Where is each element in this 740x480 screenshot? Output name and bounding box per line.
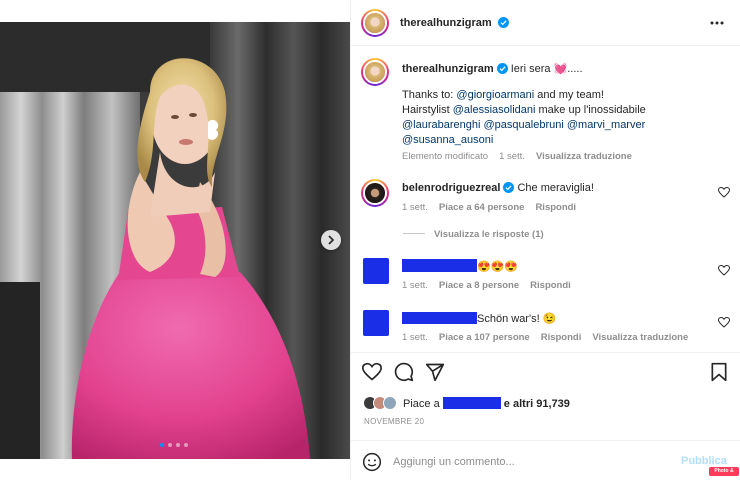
- comment-icon[interactable]: [394, 362, 414, 382]
- caption-hair-prefix: Hairstylist: [402, 104, 453, 116]
- post-side-panel: therealhunzigram therealhunzigram Ieri s…: [350, 0, 740, 480]
- publish-button[interactable]: Pubblica: [681, 455, 727, 467]
- save-icon[interactable]: [709, 362, 729, 382]
- mention-link[interactable]: @alessiasolidani: [453, 104, 536, 116]
- carousel-dots: [160, 443, 188, 447]
- redacted-username: [402, 259, 477, 272]
- translate-link[interactable]: Visualizza traduzione: [592, 332, 688, 343]
- comment: 😍😍😍: [402, 259, 518, 273]
- author-avatar[interactable]: [361, 9, 389, 37]
- post-date[interactable]: NOVEMBRE 20: [364, 417, 424, 426]
- caption-thanks-line: Thanks to: @giorgioarmani and my team!: [402, 88, 732, 103]
- chevron-right-icon: [328, 235, 335, 245]
- overlay-badge: Photo & Video: [709, 467, 739, 480]
- comment-time[interactable]: 1 sett.: [402, 332, 428, 343]
- mention-link[interactable]: @marvi_marver: [567, 119, 645, 131]
- like-comment-icon[interactable]: [718, 187, 730, 198]
- caption-thanks-suffix: and my team!: [534, 89, 604, 101]
- carousel-dot[interactable]: [168, 443, 172, 447]
- caption-author[interactable]: therealhunzigram: [402, 63, 494, 75]
- redacted-avatar: [363, 258, 389, 284]
- comment-text: Che meraviglia!: [517, 182, 594, 194]
- actions-divider: [351, 352, 740, 353]
- author-username-text[interactable]: therealhunzigram: [400, 17, 492, 29]
- comment-likes[interactable]: Piace a 107 persone: [439, 332, 530, 343]
- mention-link[interactable]: @pasqualebruni: [484, 119, 564, 131]
- carousel-dot[interactable]: [176, 443, 180, 447]
- comment-time[interactable]: 1 sett.: [402, 202, 428, 213]
- caption: therealhunzigram Ieri sera 💓..... Thanks…: [402, 62, 732, 148]
- verified-badge-icon: [503, 182, 515, 193]
- edited-label: Elemento modificato: [402, 151, 489, 162]
- likes-summary[interactable]: Piace a e altri 91,739: [363, 394, 570, 412]
- reply-button[interactable]: Rispondi: [541, 332, 582, 343]
- post-media-panel: [0, 0, 350, 480]
- more-options-icon[interactable]: [709, 17, 725, 29]
- post-photo[interactable]: [0, 22, 350, 459]
- caption-first-line: Ieri sera 💓.....: [510, 63, 583, 75]
- caption-makeup-text: make up l'inossidabile: [535, 104, 646, 116]
- comment-composer: Pubblica: [351, 440, 740, 480]
- liker-avatar: [383, 396, 397, 410]
- redacted-avatar: [363, 310, 389, 336]
- comment-likes[interactable]: Piace a 64 persone: [439, 202, 525, 213]
- reply-button[interactable]: Rispondi: [530, 280, 571, 291]
- mention-link[interactable]: @laurabarenghi: [402, 119, 480, 131]
- likes-text[interactable]: Piace a e altri 91,739: [403, 396, 570, 410]
- like-comment-icon[interactable]: [718, 265, 730, 276]
- mention-link[interactable]: @giorgioarmani: [456, 89, 534, 101]
- verified-badge-icon: [496, 63, 508, 74]
- caption-mentions-line: @laurabarenghi @pasqualebruni @marvi_mar…: [402, 118, 732, 133]
- caption-thanks-prefix: Thanks to:: [402, 89, 457, 101]
- comment-likes[interactable]: Piace a 8 persone: [439, 280, 519, 291]
- caption-time[interactable]: 1 sett.: [499, 151, 525, 162]
- comment-time[interactable]: 1 sett.: [402, 280, 428, 291]
- comment-meta: 1 sett. Piace a 64 persone Rispondi: [402, 202, 587, 213]
- author-username[interactable]: therealhunzigram: [400, 17, 509, 29]
- carousel-next-button[interactable]: [321, 230, 341, 250]
- emoji-icon[interactable]: [362, 452, 382, 472]
- redacted-liker: [442, 396, 501, 409]
- mention-link[interactable]: @susanna_ausoni: [402, 134, 493, 146]
- comment-text: Schön war's! 😉: [477, 313, 557, 325]
- photo-illustration: [0, 22, 350, 459]
- comment-author[interactable]: belenrodriguezreal: [402, 182, 500, 194]
- verified-badge-icon: [497, 17, 509, 28]
- caption-hair-line: Hairstylist @alessiasolidani make up l'i…: [402, 103, 732, 118]
- replies-divider: [403, 233, 425, 234]
- comment: belenrodriguezreal Che meraviglia!: [402, 182, 594, 194]
- post-header: therealhunzigram: [351, 0, 740, 46]
- carousel-dot[interactable]: [184, 443, 188, 447]
- caption-meta: Elemento modificato 1 sett. Visualizza tra…: [402, 151, 643, 162]
- reply-button[interactable]: Rispondi: [535, 202, 576, 213]
- translate-link[interactable]: Visualizza traduzione: [536, 151, 632, 162]
- share-icon[interactable]: [425, 362, 445, 382]
- redacted-username: [402, 312, 477, 324]
- likes-count[interactable]: e altri 91,739: [501, 398, 570, 410]
- comment-meta: 1 sett. Piace a 8 persone Rispondi: [402, 280, 582, 291]
- comment-text: 😍😍😍: [477, 261, 519, 273]
- view-replies-button[interactable]: Visualizza le risposte (1): [403, 229, 544, 240]
- comment: Schön war's! 😉: [402, 312, 556, 325]
- comment-avatar[interactable]: [361, 179, 389, 207]
- likes-prefix: Piace a: [403, 397, 443, 410]
- like-icon[interactable]: [362, 362, 382, 382]
- comment-input[interactable]: [393, 452, 673, 472]
- like-comment-icon[interactable]: [718, 317, 730, 328]
- caption-author-avatar[interactable]: [361, 58, 389, 86]
- carousel-dot[interactable]: [160, 443, 164, 447]
- comment-meta: 1 sett. Piace a 107 persone Rispondi Visual…: [402, 332, 699, 343]
- view-replies-label[interactable]: Visualizza le risposte (1): [434, 229, 544, 240]
